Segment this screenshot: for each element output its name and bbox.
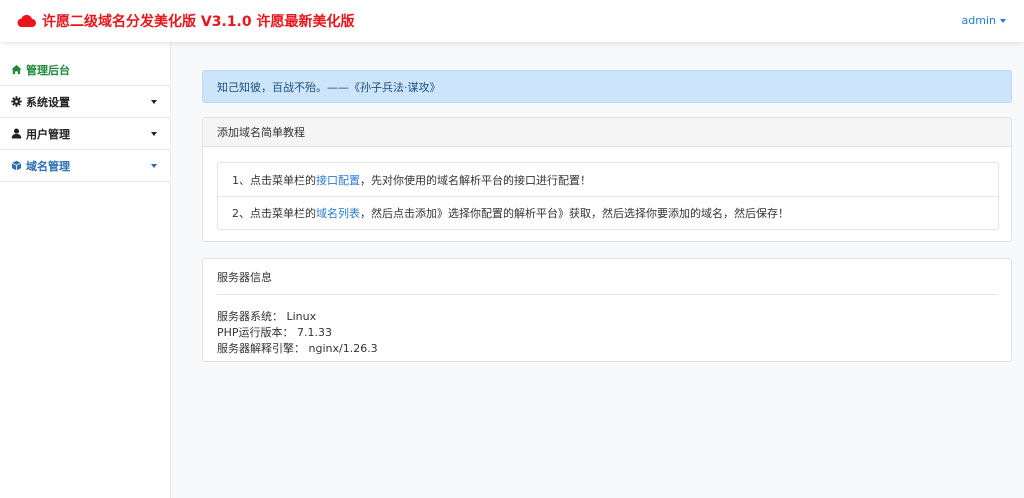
- server-info-card: 服务器信息 服务器系统： Linux PHP运行版本： 7.1.33 服务器解释…: [202, 258, 1012, 362]
- user-dropdown[interactable]: admin: [962, 14, 1006, 27]
- sidebar-item-label: 域名管理: [26, 159, 70, 173]
- chevron-down-icon: [151, 132, 157, 136]
- divider: [217, 294, 997, 295]
- step-text: ，先对你使用的域名解析平台的接口进行配置！: [360, 173, 591, 187]
- tutorial-steps-list: 1、点击菜单栏的 接口配置 ，先对你使用的域名解析平台的接口进行配置！ 2、点击菜单…: [217, 162, 999, 230]
- sidebar: 管理后台 系统设置 用户管理 域名管理: [0, 42, 171, 498]
- domain-list-link[interactable]: 域名列表: [316, 205, 360, 221]
- sidebar-item-label: 系统设置: [26, 95, 70, 109]
- tutorial-title: 添加域名简单教程: [217, 126, 305, 139]
- api-config-link[interactable]: 接口配置: [316, 172, 360, 188]
- sidebar-item-dashboard[interactable]: 管理后台: [0, 54, 170, 86]
- server-info-row: PHP运行版本： 7.1.33: [217, 325, 378, 341]
- quote-alert: 知己知彼，百战不殆。——《孙子兵法·谋攻》: [202, 70, 1012, 103]
- server-info-title: 服务器信息: [217, 271, 272, 284]
- home-icon: [11, 64, 22, 75]
- step-text: 1、点击菜单栏的: [232, 173, 316, 187]
- server-info-row: 服务器解释引擎： nginx/1.26.3: [217, 341, 378, 357]
- info-label: 服务器解释引擎：: [217, 342, 305, 355]
- chevron-down-icon: [151, 164, 157, 168]
- sidebar-item-domain-management[interactable]: 域名管理: [0, 150, 170, 182]
- brand[interactable]: 许愿二级域名分发美化版 V3.1.0 许愿最新美化版: [16, 11, 354, 31]
- sidebar-item-system-settings[interactable]: 系统设置: [0, 86, 170, 118]
- server-info-row: 服务器系统： Linux: [217, 309, 378, 325]
- info-value: Linux: [286, 310, 317, 323]
- user-icon: [11, 128, 22, 139]
- gear-icon: [11, 96, 22, 107]
- step-text: 2、点击菜单栏的: [232, 207, 316, 220]
- info-value: nginx/1.26.3: [308, 342, 378, 355]
- tutorial-card: 添加域名简单教程 1、点击菜单栏的 接口配置 ，先对你使用的域名解析平台的接口进行配…: [202, 117, 1012, 242]
- sidebar-item-label: 用户管理: [26, 127, 70, 141]
- main-content: 知己知彼，百战不殆。——《孙子兵法·谋攻》 添加域名简单教程 1、点击菜单栏的接…: [171, 42, 1024, 498]
- info-label: PHP运行版本：: [217, 326, 294, 339]
- user-name: admin: [961, 14, 996, 27]
- sidebar-item-user-management[interactable]: 用户管理: [0, 118, 170, 150]
- chevron-down-icon: [151, 100, 157, 104]
- chevron-down-icon: [1000, 18, 1006, 23]
- list-item: 1、点击菜单栏的 接口配置 ，先对你使用的域名解析平台的接口进行配置！: [218, 163, 998, 196]
- cube-icon: [11, 160, 22, 171]
- step-text: ，然后点击添加》选择你配置的解析平台》获取，然后选择你要添加的域名，然后保存！: [360, 207, 789, 220]
- cloud-icon: [17, 14, 36, 27]
- quote-text: 知己知彼，百战不殆。——《孙子兵法·谋攻》: [217, 80, 441, 94]
- list-item: 2、点击菜单栏的 域名列表 ，然后点击添加》选择你配置的解析平台》获取，然后选择你要…: [218, 196, 998, 229]
- server-info-list: 服务器系统： Linux PHP运行版本： 7.1.33 服务器解释引擎： ng…: [217, 309, 378, 357]
- app-title: 许愿二级域名分发美化版 V3.1.0 许愿最新美化版: [42, 14, 355, 30]
- info-label: 服务器系统：: [217, 310, 283, 323]
- sidebar-item-label: 管理后台: [26, 63, 70, 77]
- top-navbar: 许愿二级域名分发美化版 V3.1.0 许愿最新美化版 admin: [0, 0, 1024, 42]
- tutorial-card-header: 添加域名简单教程: [203, 118, 1011, 147]
- info-value: 7.1.33: [297, 326, 333, 339]
